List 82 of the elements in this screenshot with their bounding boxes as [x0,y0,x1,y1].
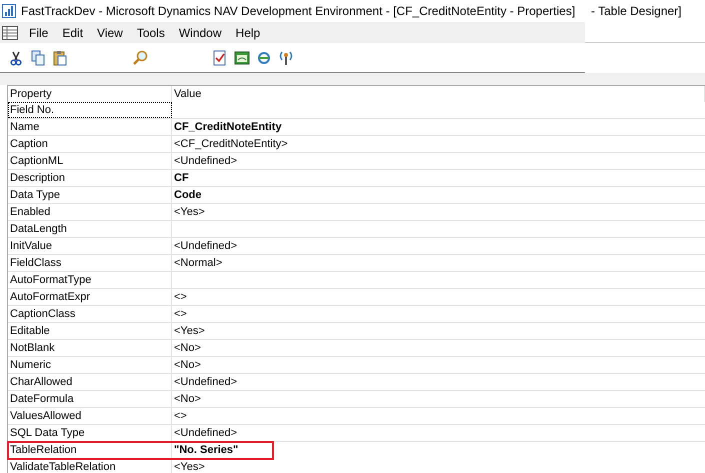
paste-icon[interactable] [52,50,68,66]
value-cell[interactable]: <No> [172,340,705,356]
column-header: Property [8,86,172,102]
property-row[interactable]: Editable <Yes> [8,323,705,340]
property-row[interactable]: Caption <CF_CreditNoteEntity> [8,136,705,153]
value-cell[interactable]: Code [172,187,705,203]
column-header: Value [172,86,705,102]
property-row[interactable]: NotBlank <No> [8,340,705,357]
value-cell[interactable]: CF_CreditNoteEntity [172,119,705,135]
property-cell[interactable]: Data Type [8,187,172,203]
property-row[interactable]: Data Type Code [8,187,705,204]
value-cell[interactable]: <Normal> [172,255,705,271]
property-cell[interactable]: ValuesAllowed [8,408,172,424]
menu-item[interactable]: Window [172,26,229,40]
value-cell[interactable]: CF [172,170,705,186]
property-cell[interactable]: Caption [8,136,172,152]
property-row[interactable]: AutoFormatExpr <> [8,289,705,306]
property-row[interactable]: Enabled <Yes> [8,204,705,221]
property-row[interactable]: ValuesAllowed <> [8,408,705,425]
property-row[interactable]: Name CF_CreditNoteEntity [8,119,705,136]
property-row[interactable]: ValidateTableRelation <Yes> [8,459,705,473]
property-row[interactable]: TableRelation "No. Series" [8,442,273,459]
property-cell[interactable]: Numeric [8,357,172,373]
value-cell[interactable]: <> [172,408,705,424]
property-cell[interactable]: CaptionML [8,153,172,169]
broadcast-icon[interactable] [278,50,294,66]
value-cell[interactable]: <Undefined> [172,374,705,390]
menu-item[interactable]: Tools [130,26,172,40]
value-cell[interactable]: <> [172,289,705,305]
property-cell[interactable]: TableRelation [8,442,172,458]
property-row[interactable]: AutoFormatType [8,272,705,289]
checklist-icon[interactable] [212,50,228,66]
property-row[interactable]: CaptionML <Undefined> [8,153,705,170]
sync-icon[interactable] [256,50,272,66]
menu-item[interactable]: File [22,26,56,40]
property-cell[interactable]: SQL Data Type [8,425,172,441]
property-cell[interactable]: CaptionClass [8,306,172,322]
property-row[interactable]: Description CF [8,170,705,187]
value-cell[interactable]: "No. Series" [172,442,273,458]
property-cell[interactable]: Enabled [8,204,172,220]
property-cell[interactable]: DateFormula [8,391,172,407]
property-cell[interactable]: AutoFormatType [8,272,172,288]
property-row[interactable]: InitValue <Undefined> [8,238,705,255]
property-row[interactable]: Numeric <No> [8,357,705,374]
cut-icon[interactable] [8,50,24,66]
search-icon[interactable] [132,50,148,66]
value-cell[interactable]: <Yes> [172,323,705,339]
property-cell[interactable]: Editable [8,323,172,339]
value-cell[interactable]: <Yes> [172,204,705,220]
table-icon[interactable] [2,26,18,40]
property-cell[interactable]: FieldClass [8,255,172,271]
property-cell[interactable]: CharAllowed [8,374,172,390]
copy-icon[interactable] [30,50,46,66]
value-cell[interactable]: <Undefined> [172,425,705,441]
value-cell[interactable]: <No> [172,357,705,373]
property-row[interactable]: DateFormula <No> [8,391,705,408]
property-cell[interactable]: NotBlank [8,340,172,356]
property-cell[interactable]: ValidateTableRelation [8,459,172,473]
window-title: FastTrackDev - Microsoft Dynamics NAV Development Environment - [CF_CreditNoteEntity - Properties] [21,4,576,18]
property-row[interactable]: FieldClass <Normal> [8,255,705,272]
value-cell[interactable]: <Yes> [172,459,705,473]
property-row[interactable]: Field No. [8,102,705,119]
window-icon[interactable] [234,50,250,66]
window-title: - Table Designer] [590,4,682,18]
value-cell[interactable]: <No> [172,391,705,407]
property-row[interactable]: CaptionClass <> [8,306,705,323]
property-cell[interactable]: Description [8,170,172,186]
menu-item[interactable]: Edit [55,26,90,40]
value-cell[interactable]: <Undefined> [172,238,705,254]
property-row[interactable]: SQL Data Type <Undefined> [8,425,705,442]
value-cell[interactable]: <> [172,306,705,322]
property-cell[interactable]: Name [8,119,172,135]
property-cell[interactable]: InitValue [8,238,172,254]
property-row[interactable]: CharAllowed <Undefined> [8,374,705,391]
property-row[interactable]: DataLength [8,221,705,238]
menu-item[interactable]: View [90,26,130,40]
value-cell[interactable]: <Undefined> [172,153,705,169]
menu-item[interactable]: Help [228,26,268,40]
property-cell[interactable]: DataLength [8,221,172,237]
property-cell[interactable]: AutoFormatExpr [8,289,172,305]
property-cell[interactable]: Field No. [8,102,172,118]
value-cell[interactable]: <CF_CreditNoteEntity> [172,136,705,152]
